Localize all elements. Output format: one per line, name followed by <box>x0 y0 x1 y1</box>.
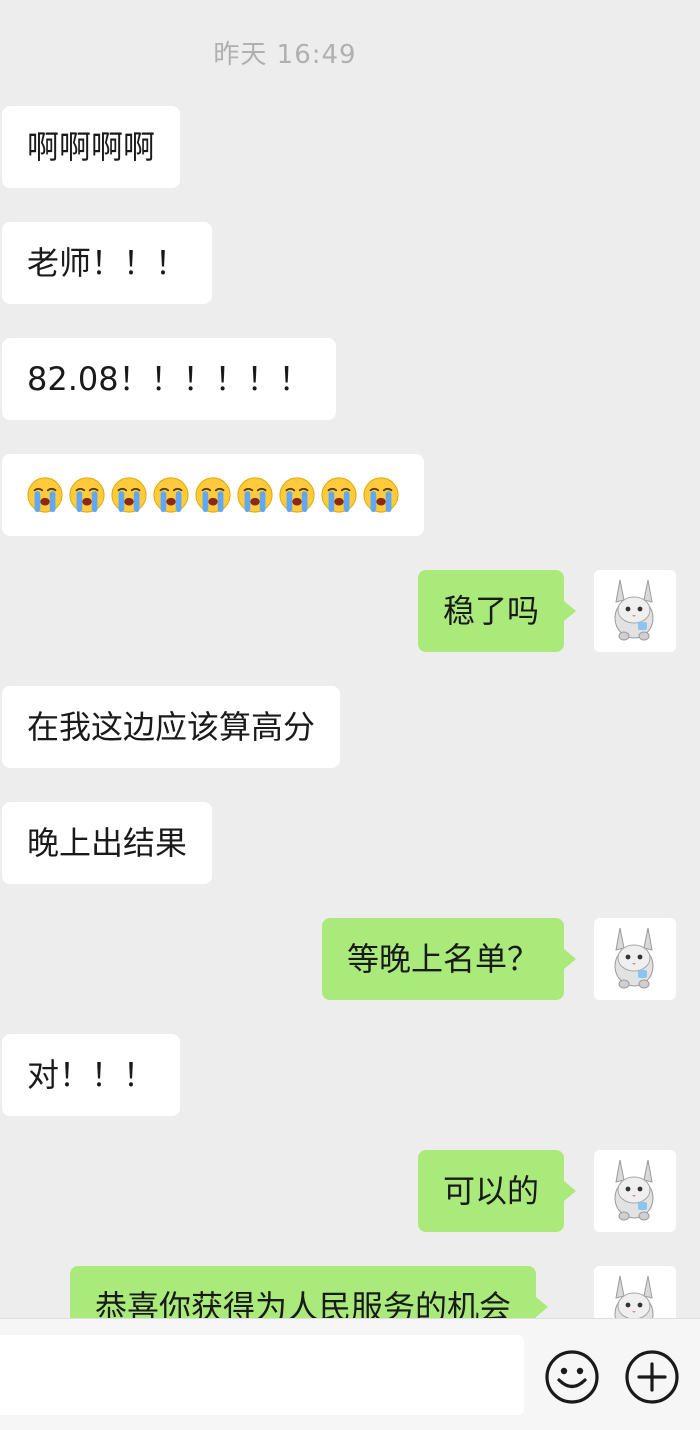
message-text: 82.08！！！！！！ <box>27 360 311 398</box>
incoming-message-bubble[interactable]: 82.08！！！！！！ <box>2 338 336 420</box>
message-text: 等晚上名单？ <box>347 940 540 978</box>
message-text: 恭喜你获得为人民服务的机会 <box>95 1288 512 1318</box>
message-timestamp: 昨天 16:49 <box>213 40 357 70</box>
plus-circle-icon[interactable] <box>624 1349 680 1405</box>
outgoing-message-bubble[interactable]: 稳了吗 <box>418 570 577 652</box>
loudly-crying-face-icon <box>111 477 147 513</box>
message-text: 在我这边应该算高分 <box>27 708 316 746</box>
outgoing-message-bubble[interactable]: 恭喜你获得为人民服务的机会 <box>70 1266 549 1318</box>
avatar[interactable] <box>594 570 676 652</box>
loudly-crying-face-icon <box>363 477 399 513</box>
outgoing-message-bubble[interactable]: 等晚上名单？ <box>322 918 577 1000</box>
loudly-crying-face-icon <box>237 477 273 513</box>
incoming-message-bubble[interactable]: 在我这边应该算高分 <box>2 686 341 768</box>
loudly-crying-face-icon <box>279 477 315 513</box>
message-text: 对！！！ <box>27 1056 156 1094</box>
incoming-emoji-message-bubble[interactable] <box>2 454 424 536</box>
smiley-face-icon[interactable] <box>544 1349 600 1405</box>
kitten-avatar-icon <box>594 1266 676 1318</box>
loudly-crying-face-icon <box>321 477 357 513</box>
outgoing-message-bubble[interactable]: 可以的 <box>418 1150 577 1232</box>
message-text: 稳了吗 <box>443 592 540 630</box>
message-text: 可以的 <box>443 1172 540 1210</box>
avatar[interactable] <box>594 1150 676 1232</box>
message-list[interactable]: 昨天 16:49 啊啊啊啊 老师！！！ 82.08！！！！！！ 稳了吗 在我这边… <box>0 0 700 1318</box>
emoji-row <box>26 454 400 536</box>
incoming-message-bubble[interactable]: 老师！！！ <box>2 222 213 304</box>
message-text: 啊啊啊啊 <box>27 128 156 166</box>
chat-screen: 昨天 16:49 啊啊啊啊 老师！！！ 82.08！！！！！！ 稳了吗 在我这边… <box>0 0 700 1430</box>
loudly-crying-face-icon <box>153 477 189 513</box>
avatar[interactable] <box>594 918 676 1000</box>
incoming-message-bubble[interactable]: 晚上出结果 <box>2 802 213 884</box>
loudly-crying-face-icon <box>27 477 63 513</box>
avatar[interactable] <box>594 1266 676 1318</box>
incoming-message-bubble[interactable]: 啊啊啊啊 <box>2 106 181 188</box>
message-text: 晚上出结果 <box>27 824 188 862</box>
loudly-crying-face-icon <box>195 477 231 513</box>
incoming-message-bubble[interactable]: 对！！！ <box>2 1034 181 1116</box>
message-input[interactable] <box>0 1335 524 1415</box>
loudly-crying-face-icon <box>69 477 105 513</box>
kitten-avatar-icon <box>594 570 676 652</box>
message-text: 老师！！！ <box>27 244 188 282</box>
input-bar <box>0 1318 700 1430</box>
kitten-avatar-icon <box>594 1150 676 1232</box>
kitten-avatar-icon <box>594 918 676 1000</box>
